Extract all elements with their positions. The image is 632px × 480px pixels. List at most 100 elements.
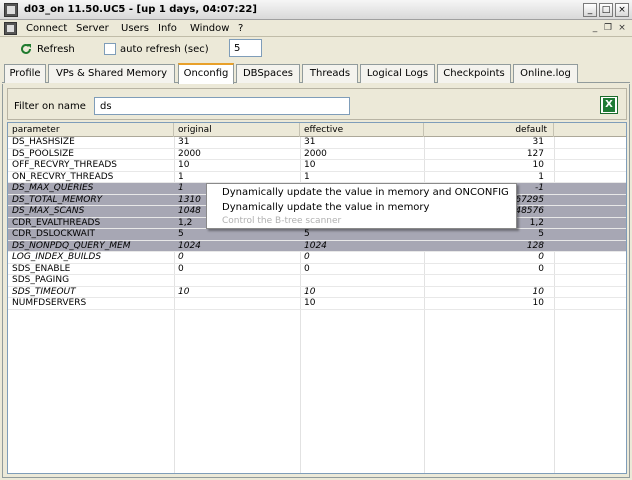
cell-original: 0 [178, 263, 184, 274]
onconfig-panel: Filter on name ds parameter original eff… [2, 84, 630, 478]
cell-default: 31 [532, 137, 544, 147]
column-header-original[interactable]: original [174, 123, 300, 137]
tab-profile[interactable]: Profile [4, 64, 46, 83]
cell-parameter: CDR_EVALTHREADS [12, 217, 101, 228]
auto-refresh-label: auto refresh (sec) [120, 44, 209, 55]
cell-parameter: OFF_RECVRY_THREADS [12, 160, 117, 170]
menu-info[interactable]: Info [158, 23, 177, 34]
menu-window[interactable]: Window [190, 23, 229, 34]
cell-original: 31 [178, 137, 190, 147]
table-row-selected[interactable]: DS_NONPDQ_QUERY_MEM 1024 1024 128 [8, 240, 626, 252]
cell-effective: 1 [304, 171, 310, 182]
table-row[interactable]: ON_RECVRY_THREADS 1 1 1 [8, 171, 626, 183]
menu-server[interactable]: Server [76, 23, 109, 34]
cell-parameter: DS_POOLSIZE [12, 148, 74, 159]
refresh-button[interactable]: Refresh [20, 43, 75, 55]
tab-dbspaces[interactable]: DBSpaces [236, 64, 300, 83]
cell-parameter: LOG_INDEX_BUILDS [12, 252, 102, 262]
cell-parameter: DS_NONPDQ_QUERY_MEM [12, 240, 131, 251]
cell-default: 5 [538, 229, 544, 239]
cell-parameter: DS_TOTAL_MEMORY [12, 194, 103, 205]
app-icon[interactable] [4, 3, 18, 17]
cell-parameter: DS_MAX_QUERIES [12, 183, 94, 193]
cell-original: 10 [178, 286, 190, 297]
cell-effective: 0 [304, 263, 310, 274]
menu-item-update-memory[interactable]: Dynamically update the value in memory [222, 202, 429, 213]
filter-input[interactable]: ds [94, 97, 350, 115]
cell-parameter: ON_RECVRY_THREADS [12, 171, 114, 182]
menu-users[interactable]: Users [121, 23, 149, 34]
mdi-close-icon[interactable]: × [616, 22, 628, 34]
cell-original [174, 275, 298, 286]
cell-default: 1 [538, 171, 544, 182]
main-window: d03_on 11.50.UC5 - [up 1 days, 04:07:22]… [0, 0, 632, 480]
cell-original: 1024 [178, 240, 201, 251]
cell-parameter: SDS_PAGING [12, 275, 70, 285]
cell-effective: 0 [304, 252, 310, 262]
cell-parameter: NUMFDSERVERS [12, 298, 87, 308]
cell-default: 127 [526, 148, 544, 159]
table-row[interactable]: DS_POOLSIZE 2000 2000 127 [8, 148, 626, 160]
menu-item-update-memory-and-onconfig[interactable]: Dynamically update the value in memory a… [222, 187, 509, 198]
refresh-interval-input[interactable]: 5 [229, 39, 262, 57]
auto-refresh-checkbox[interactable] [104, 43, 116, 55]
cell-effective [300, 275, 424, 286]
column-header-default[interactable]: default [424, 123, 554, 137]
table-row[interactable]: OFF_RECVRY_THREADS 10 10 10 [8, 160, 626, 172]
parameters-table: parameter original effective default DS_… [7, 122, 627, 474]
table-row[interactable]: SDS_ENABLE 0 0 0 [8, 263, 626, 275]
cell-effective: 31 [304, 137, 316, 147]
cell-original: 0 [178, 252, 184, 262]
table-row[interactable]: LOG_INDEX_BUILDS 0 0 0 [8, 252, 626, 264]
table-row[interactable]: DS_HASHSIZE 31 31 31 [8, 137, 626, 149]
cell-default: 0 [538, 263, 544, 274]
cell-parameter: CDR_DSLOCKWAIT [12, 229, 95, 239]
tab-logical-logs[interactable]: Logical Logs [360, 64, 435, 83]
cell-effective: 10 [304, 298, 316, 308]
cell-parameter: SDS_TIMEOUT [12, 286, 76, 297]
close-icon[interactable]: × [615, 3, 629, 17]
menu-help[interactable]: ? [238, 23, 243, 34]
menu-connect[interactable]: Connect [26, 23, 67, 34]
filter-box: Filter on name ds [7, 88, 627, 120]
cell-default [424, 275, 550, 286]
table-row[interactable]: SDS_PAGING [8, 275, 626, 287]
cell-default: 10 [532, 286, 544, 297]
cell-effective: 10 [304, 286, 316, 297]
column-header-effective[interactable]: effective [300, 123, 424, 137]
refresh-icon [20, 43, 32, 55]
table-row[interactable]: NUMFDSERVERS 10 10 [8, 298, 626, 310]
window-title: d03_on 11.50.UC5 - [up 1 days, 04:07:22] [24, 4, 257, 15]
tab-vps-shared-memory[interactable]: VPs & Shared Memory [48, 64, 175, 83]
cell-effective: 5 [304, 229, 310, 239]
tab-online-log[interactable]: Online.log [513, 64, 578, 83]
title-bar: d03_on 11.50.UC5 - [up 1 days, 04:07:22]… [0, 0, 632, 20]
tab-threads[interactable]: Threads [302, 64, 358, 83]
cell-parameter: SDS_ENABLE [12, 263, 71, 274]
table-row-selected[interactable]: CDR_DSLOCKWAIT 5 5 5 [8, 229, 626, 241]
cell-original: 2000 [178, 148, 201, 159]
column-header-parameter[interactable]: parameter [8, 123, 174, 137]
cell-effective: 10 [304, 160, 316, 170]
cell-parameter: DS_HASHSIZE [12, 137, 75, 147]
table-row[interactable]: SDS_TIMEOUT 10 10 10 [8, 286, 626, 298]
cell-effective: 1024 [304, 240, 327, 251]
cell-default: 128 [526, 240, 544, 251]
tab-onconfig[interactable]: Onconfig [178, 63, 234, 84]
cell-original [174, 298, 298, 309]
toolbar: Refresh auto refresh (sec) 5 [0, 38, 632, 62]
refresh-label: Refresh [37, 43, 75, 55]
cell-original: 5 [178, 229, 184, 239]
cell-parameter: DS_MAX_SCANS [12, 206, 85, 216]
cell-original: 1 [178, 171, 184, 182]
mdi-minimize-icon[interactable]: _ [589, 22, 601, 34]
mdi-restore-icon[interactable]: ❐ [602, 22, 614, 34]
maximize-icon[interactable]: □ [599, 3, 613, 17]
minimize-icon[interactable]: _ [583, 3, 597, 17]
cell-default: 0 [538, 252, 544, 262]
excel-export-icon[interactable] [600, 96, 618, 114]
cell-default: 10 [532, 160, 544, 170]
tab-checkpoints[interactable]: Checkpoints [437, 64, 511, 83]
filter-label: Filter on name [14, 101, 86, 112]
document-icon[interactable] [4, 22, 17, 35]
